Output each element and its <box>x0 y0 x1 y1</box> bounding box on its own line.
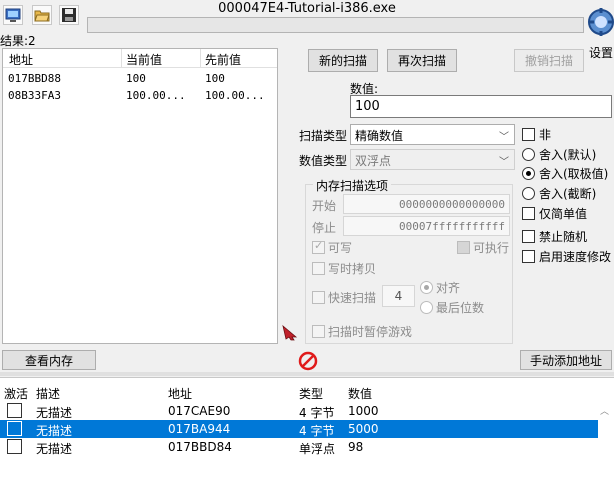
address-row[interactable]: 无描述 017CAE90 4 字节 1000 <box>0 402 598 420</box>
chevron-down-icon: ﹀ <box>499 132 509 143</box>
pause-game-label: 扫描时暂停游戏 <box>328 325 413 339</box>
red-arrow-icon <box>282 324 298 341</box>
results-count: 结果:2 <box>0 34 36 48</box>
address-row[interactable]: 无描述 017BBD84 单浮点 98 <box>0 438 598 456</box>
writable-label: 可写 <box>328 241 353 255</box>
stop-address-input[interactable]: 00007fffffffffff <box>343 216 510 236</box>
first-scan-button[interactable]: 新的扫描 <box>308 49 378 72</box>
truncate-radio[interactable] <box>522 187 535 200</box>
column-address[interactable]: 地址 <box>168 385 192 402</box>
column-description[interactable]: 描述 <box>36 385 60 402</box>
found-list-header: 地址 当前值 先前值 <box>3 49 277 68</box>
settings-label[interactable]: 设置 <box>589 44 613 61</box>
simple-values-checkbox[interactable] <box>522 207 535 220</box>
fast-scan-checkbox[interactable] <box>312 291 325 304</box>
found-row-current: 100.00... <box>126 89 186 102</box>
stop-label: 停止 <box>312 221 337 235</box>
next-scan-button[interactable]: 再次扫描 <box>387 49 457 72</box>
address-list[interactable]: 激活 描述 地址 类型 数值 无描述 017CAE90 4 字节 1000 无描… <box>0 377 614 501</box>
memory-view-button[interactable]: 查看内存 <box>2 350 96 370</box>
column-current-value[interactable]: 当前值 <box>126 51 162 68</box>
fast-scan-label: 快速扫描 <box>328 291 377 305</box>
row-address: 017CAE90 <box>168 404 231 418</box>
writable-checkbox[interactable] <box>312 239 325 254</box>
chevron-down-icon: ﹀ <box>499 157 509 168</box>
unrandomizer-label: 禁止随机 <box>539 230 588 244</box>
start-label: 开始 <box>312 199 337 213</box>
column-active[interactable]: 激活 <box>4 385 28 402</box>
simple-values-label: 仅简单值 <box>539 207 588 221</box>
scan-progress-bar <box>87 17 584 33</box>
round-default-label: 舍入(默认) <box>539 148 597 162</box>
fast-scan-value-input[interactable]: 4 <box>382 285 415 307</box>
active-checkbox[interactable] <box>7 439 22 454</box>
row-address: 017BBD84 <box>168 440 232 454</box>
alignment-radio[interactable] <box>420 281 433 294</box>
row-address: 017BA944 <box>168 422 231 436</box>
truncate-label: 舍入(截断) <box>539 187 597 201</box>
row-value: 5000 <box>348 422 379 436</box>
unrandomizer-checkbox[interactable] <box>522 230 535 243</box>
found-row-current: 100 <box>126 72 146 85</box>
row-type: 4 字节 <box>299 424 335 438</box>
add-to-list-arrow-button[interactable] <box>281 323 299 341</box>
row-description: 无描述 <box>36 424 73 438</box>
found-row[interactable]: 08B33FA3 100.00... 100.00... <box>3 88 277 104</box>
column-address[interactable]: 地址 <box>9 51 33 68</box>
window-title: 000047E4-Tutorial-i386.exe <box>218 1 396 16</box>
found-row-address: 08B33FA3 <box>8 89 61 102</box>
column-type[interactable]: 类型 <box>299 385 323 402</box>
row-type: 单浮点 <box>299 442 336 456</box>
round-default-radio[interactable] <box>522 148 535 161</box>
found-row-previous: 100 <box>205 72 225 85</box>
row-description: 无描述 <box>36 442 73 456</box>
last-digits-label: 最后位数 <box>436 301 485 315</box>
undo-scan-button[interactable]: 撤销扫描 <box>514 49 584 72</box>
cheat-engine-logo-icon <box>588 8 614 36</box>
no-entry-icon <box>298 351 318 371</box>
row-type: 4 字节 <box>299 406 335 420</box>
found-addresses-list[interactable]: 地址 当前值 先前值 017BBD88 100 100 08B33FA3 100… <box>2 48 278 344</box>
last-digits-radio[interactable] <box>420 301 433 314</box>
executable-checkbox[interactable] <box>457 241 470 254</box>
row-description: 无描述 <box>36 406 73 420</box>
value-input[interactable]: 100 <box>350 95 612 118</box>
scan-type-value: 精确数值 <box>355 129 404 143</box>
found-row-previous: 100.00... <box>205 89 265 102</box>
column-previous-value[interactable]: 先前值 <box>205 51 241 68</box>
active-checkbox[interactable] <box>7 403 22 418</box>
value-type-label: 数值类型 <box>299 154 348 168</box>
speedhack-checkbox[interactable] <box>522 250 535 263</box>
row-value: 1000 <box>348 404 379 418</box>
executable-label: 可执行 <box>473 241 510 255</box>
address-row-selected[interactable]: 无描述 017BA944 4 字节 5000 <box>0 420 598 438</box>
cheat-engine-logo[interactable] <box>586 2 614 42</box>
round-extreme-label: 舍入(取极值) <box>539 167 609 181</box>
copy-on-write-label: 写时拷贝 <box>328 262 377 276</box>
scroll-up-icon[interactable]: ︿ <box>600 404 609 417</box>
scan-type-label: 扫描类型 <box>299 129 348 143</box>
row-value: 98 <box>348 440 364 454</box>
panel-splitter[interactable] <box>0 372 614 376</box>
copy-on-write-checkbox[interactable] <box>312 262 325 275</box>
active-checkbox[interactable] <box>7 421 22 436</box>
add-address-manually-button[interactable]: 手动添加地址 <box>520 350 612 370</box>
scan-type-select[interactable]: 精确数值 ﹀ <box>350 124 515 145</box>
value-type-value: 双浮点 <box>355 154 392 168</box>
found-row-address: 017BBD88 <box>8 72 61 85</box>
clear-list-button[interactable] <box>298 351 318 371</box>
not-label: 非 <box>539 128 552 142</box>
memory-scan-options-title: 内存扫描选项 <box>313 177 392 194</box>
alignment-label: 对齐 <box>436 281 461 295</box>
value-type-select[interactable]: 双浮点 ﹀ <box>350 149 515 170</box>
found-row[interactable]: 017BBD88 100 100 <box>3 71 277 87</box>
column-value[interactable]: 数值 <box>348 385 372 402</box>
speedhack-label: 启用速度修改 <box>539 250 612 264</box>
start-address-input[interactable]: 0000000000000000 <box>343 194 510 214</box>
round-extreme-radio[interactable] <box>522 167 535 180</box>
pause-game-checkbox[interactable] <box>312 325 325 338</box>
not-checkbox[interactable] <box>522 128 535 141</box>
